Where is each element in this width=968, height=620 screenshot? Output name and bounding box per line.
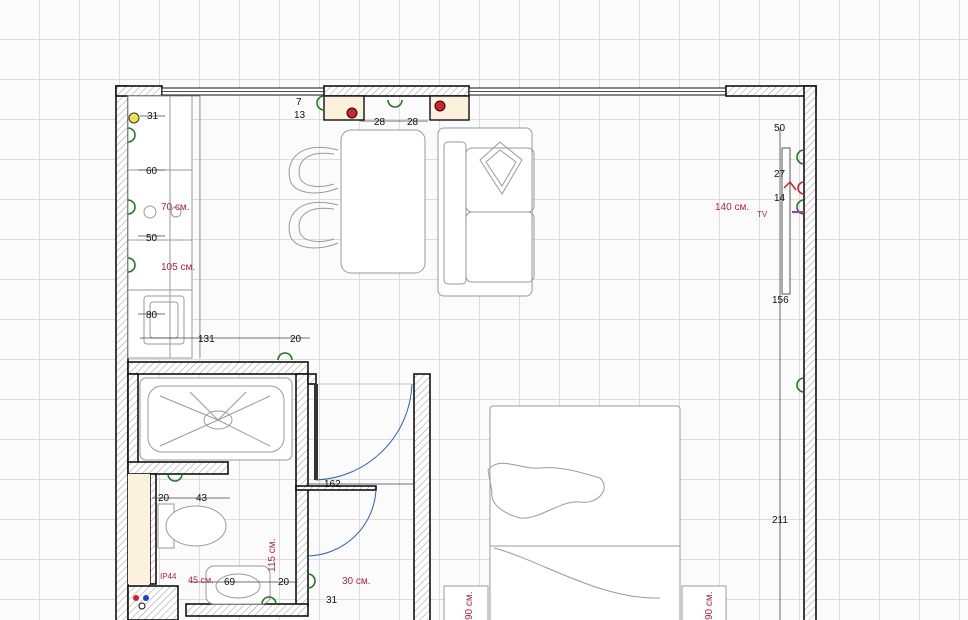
dim-label: 60 bbox=[146, 166, 158, 177]
dining bbox=[288, 129, 426, 274]
wall-bath-bottom bbox=[185, 603, 309, 617]
note-label: 45 см. bbox=[188, 575, 214, 585]
wall-corridor-stub bbox=[307, 373, 317, 385]
bed bbox=[443, 405, 727, 620]
socket-icon bbox=[387, 99, 403, 108]
note-label: 70 см. bbox=[161, 202, 190, 213]
valve-blue bbox=[143, 595, 149, 601]
socket-icon bbox=[167, 473, 183, 482]
dim-label: 211 bbox=[772, 515, 788, 526]
dim-label: 28 bbox=[374, 117, 386, 128]
kitchen-counter bbox=[127, 95, 193, 359]
valve-white bbox=[138, 602, 146, 610]
socket-icon bbox=[277, 352, 293, 361]
wall-top-right bbox=[725, 85, 817, 97]
valve-red bbox=[133, 595, 139, 601]
wall-utility bbox=[127, 585, 179, 620]
socket-icon bbox=[796, 149, 805, 165]
dim-label: 31 bbox=[147, 111, 159, 122]
dim-label: 80 bbox=[146, 310, 158, 321]
wc-area bbox=[128, 474, 150, 584]
doors bbox=[307, 383, 413, 557]
note-label: 90 см. bbox=[464, 591, 475, 620]
wall-bath-top bbox=[127, 361, 309, 375]
note-label: 105 см. bbox=[161, 262, 195, 273]
niche-socket-red-2 bbox=[434, 100, 446, 112]
door-arc-lower bbox=[307, 489, 377, 557]
niche-socket-red-1 bbox=[346, 107, 358, 119]
dim-label: 20 bbox=[158, 493, 170, 504]
wall-niche bbox=[323, 85, 470, 97]
toilet-bowl bbox=[165, 505, 227, 547]
wall-corridor bbox=[413, 373, 431, 620]
dim-label: 13 bbox=[294, 110, 306, 121]
dim-label: 43 bbox=[196, 493, 208, 504]
dim-label: 7 bbox=[296, 97, 302, 108]
note-label: 90 см. bbox=[704, 591, 715, 620]
note-label: 115 см. bbox=[267, 539, 278, 572]
wall-bath-right-upper bbox=[295, 373, 309, 489]
dim-label: 28 bbox=[407, 117, 419, 128]
dim-label: 69 bbox=[224, 577, 236, 588]
sofa bbox=[437, 127, 535, 297]
dim-label: 20 bbox=[278, 577, 290, 588]
tv-label: TV bbox=[757, 210, 768, 219]
wall-bath-right-lower bbox=[295, 487, 309, 607]
wall-wc-left bbox=[149, 473, 157, 585]
dim-label: 20 bbox=[290, 334, 302, 345]
socket-icon bbox=[307, 573, 316, 589]
ceiling-lamp bbox=[128, 112, 140, 124]
wall-right bbox=[803, 85, 817, 620]
niche-box bbox=[323, 95, 365, 121]
door-arc-upper bbox=[315, 383, 413, 481]
floor-plan: 31 7 13 28 28 50 60 27 14 50 156 80 131 … bbox=[115, 85, 817, 620]
wall-bath-inner bbox=[127, 373, 139, 465]
ip44-label: IP44 bbox=[160, 572, 177, 581]
bed-frame bbox=[489, 405, 681, 620]
note-label: 30 см. bbox=[342, 576, 371, 587]
dim-label: 162 bbox=[324, 479, 341, 490]
wall-left-outer bbox=[115, 85, 129, 620]
wall-shower-bottom bbox=[127, 461, 229, 475]
dim-label: 31 bbox=[326, 595, 338, 606]
dining-table bbox=[340, 129, 426, 274]
dim-label: 50 bbox=[774, 123, 786, 134]
wall-top-left bbox=[115, 85, 163, 97]
dim-label: 14 bbox=[774, 193, 786, 204]
socket-icon bbox=[796, 377, 805, 393]
kitchen bbox=[127, 95, 201, 359]
note-label: 140 см. bbox=[715, 202, 749, 213]
dim-label: 131 bbox=[198, 334, 215, 345]
socket-icon bbox=[316, 95, 325, 111]
dim-label: 156 bbox=[772, 295, 789, 306]
dim-label: 50 bbox=[146, 233, 158, 244]
dim-label: 27 bbox=[774, 169, 786, 180]
